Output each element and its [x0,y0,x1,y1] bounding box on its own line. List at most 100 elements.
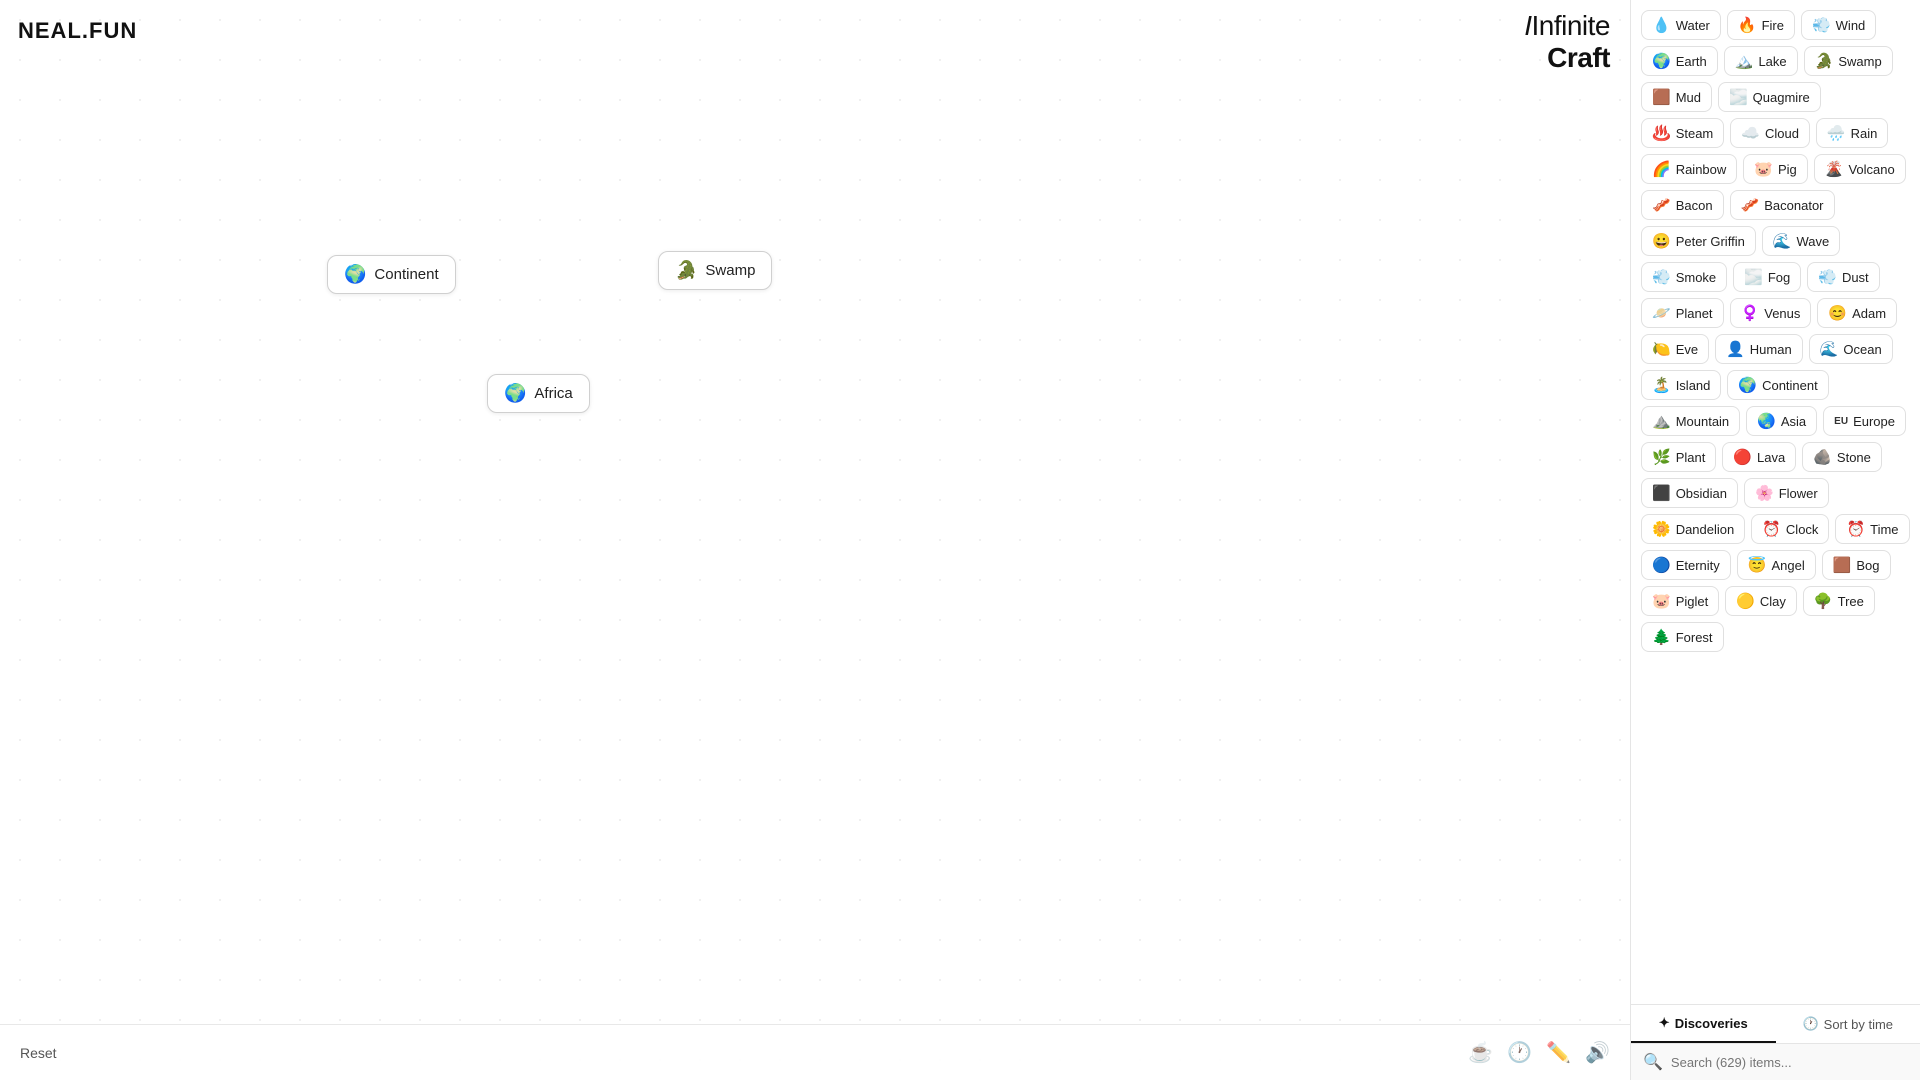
item-chip-mountain[interactable]: ⛰️Mountain [1641,406,1740,436]
chip-emoji: 💧 [1652,16,1671,34]
item-chip-baconator[interactable]: 🥓Baconator [1730,190,1835,220]
item-chip-ocean[interactable]: 🌊Ocean [1809,334,1893,364]
item-chip-lava[interactable]: 🔴Lava [1722,442,1796,472]
chip-label: Rainbow [1676,162,1727,177]
item-chip-time[interactable]: ⏰Time [1835,514,1909,544]
item-chip-tree[interactable]: 🌳 Tree [1803,586,1875,616]
item-chip-obsidian[interactable]: ⬛Obsidian [1641,478,1738,508]
chip-emoji: ♨️ [1652,124,1671,142]
item-chip-island[interactable]: 🏝️Island [1641,370,1721,400]
chip-emoji: 🐷 [1652,592,1671,610]
chip-label: Human [1750,342,1792,357]
chip-emoji: ⏰ [1762,520,1781,538]
item-chip-swamp[interactable]: 🐊 Swamp [1804,46,1893,76]
item-chip-wind[interactable]: 💨 Wind [1801,10,1876,40]
chip-label: Fog [1768,270,1790,285]
chip-emoji: 💨 [1818,268,1837,286]
item-chip-bog[interactable]: 🟫Bog [1822,550,1891,580]
sort-label: Sort by time [1824,1017,1893,1032]
item-chip-dust[interactable]: 💨 Dust [1807,262,1879,292]
item-chip-wave[interactable]: 🌊Wave [1762,226,1840,256]
chip-emoji: 🌧️ [1827,124,1846,142]
item-chip-clay[interactable]: 🟡Clay [1725,586,1797,616]
chip-label: Pig [1778,162,1797,177]
item-chip-pig[interactable]: 🐷 Pig [1743,154,1807,184]
search-input[interactable] [1671,1055,1908,1070]
item-chip-rainbow[interactable]: 🌈 Rainbow [1641,154,1737,184]
chip-emoji: 💨 [1812,16,1831,34]
node-continent[interactable]: 🌍 Continent [327,255,456,294]
chip-label: Bog [1856,558,1879,573]
item-chip-quagmire[interactable]: 🌫️Quagmire [1718,82,1821,112]
canvas-area[interactable]: NEAL.FUN IInfinite Craft 🌍 Continent 🐊 S… [0,0,1630,1080]
chip-emoji: 🐷 [1754,160,1773,178]
bottom-toolbar: Reset ☕ 🕐 ✏️ 🔊 [0,1024,1630,1080]
chip-emoji: 🌫️ [1729,88,1748,106]
item-chip-mud[interactable]: 🟫Mud [1641,82,1712,112]
chip-label: Volcano [1848,162,1894,177]
pencil-icon[interactable]: ✏️ [1546,1040,1571,1065]
item-chip-piglet[interactable]: 🐷Piglet [1641,586,1719,616]
item-chip-flower[interactable]: 🌸Flower [1744,478,1829,508]
item-chip-dandelion[interactable]: 🌼Dandelion [1641,514,1745,544]
item-chip-volcano[interactable]: 🌋Volcano [1814,154,1906,184]
chip-label: Swamp [1838,54,1881,69]
item-chip-clock[interactable]: ⏰Clock [1751,514,1829,544]
tab-sort-by-time[interactable]: 🕐 Sort by time [1776,1005,1920,1043]
chip-label: Fire [1762,18,1784,33]
chip-emoji: 🌈 [1652,160,1671,178]
item-chip-fire[interactable]: 🔥Fire [1727,10,1795,40]
item-chip-venus[interactable]: ♀️Venus [1730,298,1812,328]
search-bar: 🔍 [1631,1044,1920,1080]
node-africa[interactable]: 🌍 Africa [487,374,590,413]
item-chip-planet[interactable]: 🪐Planet [1641,298,1724,328]
chip-label: Dust [1842,270,1869,285]
item-chip-angel[interactable]: 😇Angel [1737,550,1816,580]
item-chip-europe[interactable]: EUEurope [1823,406,1906,436]
item-chip-adam[interactable]: 😊Adam [1817,298,1897,328]
swamp-emoji: 🐊 [675,260,697,281]
chip-label: Wind [1836,18,1866,33]
chip-emoji: 🌳 [1814,592,1833,610]
chip-emoji: 👤 [1726,340,1745,358]
item-chip-fog[interactable]: 🌫️Fog [1733,262,1801,292]
item-chip-lake[interactable]: 🏔️Lake [1724,46,1798,76]
chip-emoji: 😊 [1828,304,1847,322]
volume-icon[interactable]: 🔊 [1585,1040,1610,1065]
item-chip-asia[interactable]: 🌏Asia [1746,406,1817,436]
clock-icon[interactable]: 🕐 [1507,1040,1532,1065]
chip-emoji: ♀️ [1741,304,1760,322]
item-chip-steam[interactable]: ♨️Steam [1641,118,1724,148]
item-chip-eternity[interactable]: 🔵Eternity [1641,550,1731,580]
item-chip-plant[interactable]: 🌿Plant [1641,442,1716,472]
reset-button[interactable]: Reset [20,1045,57,1061]
chip-label: Planet [1676,306,1713,321]
africa-emoji: 🌍 [504,383,526,404]
item-chip-continent[interactable]: 🌍Continent [1727,370,1828,400]
item-chip-human[interactable]: 👤 Human [1715,334,1803,364]
coffee-icon[interactable]: ☕ [1468,1040,1493,1065]
chip-emoji: 🐊 [1815,52,1834,70]
item-chip-stone[interactable]: 🪨Stone [1802,442,1882,472]
item-chip-rain[interactable]: 🌧️Rain [1816,118,1888,148]
tab-discoveries[interactable]: ✦ Discoveries [1631,1005,1776,1043]
item-chip-cloud[interactable]: ☁️Cloud [1730,118,1810,148]
chip-label: Eve [1676,342,1698,357]
discoveries-label: Discoveries [1675,1016,1748,1031]
node-swamp[interactable]: 🐊 Swamp [658,251,772,290]
chip-label: Dandelion [1676,522,1735,537]
item-chip-water[interactable]: 💧Water [1641,10,1721,40]
chip-emoji: 🌿 [1652,448,1671,466]
chip-emoji: 🥓 [1741,196,1760,214]
item-chip-peter-griffin[interactable]: 😀Peter Griffin [1641,226,1756,256]
chip-label: Clay [1760,594,1786,609]
chip-emoji: 🏝️ [1652,376,1671,394]
chip-emoji: 😇 [1748,556,1767,574]
item-chip-smoke[interactable]: 💨Smoke [1641,262,1727,292]
item-chip-forest[interactable]: 🌲Forest [1641,622,1724,652]
chip-label: Peter Griffin [1676,234,1745,249]
item-chip-bacon[interactable]: 🥓Bacon [1641,190,1724,220]
item-chip-earth[interactable]: 🌍Earth [1641,46,1718,76]
chip-label: Tree [1838,594,1864,609]
item-chip-eve[interactable]: 🍋Eve [1641,334,1709,364]
